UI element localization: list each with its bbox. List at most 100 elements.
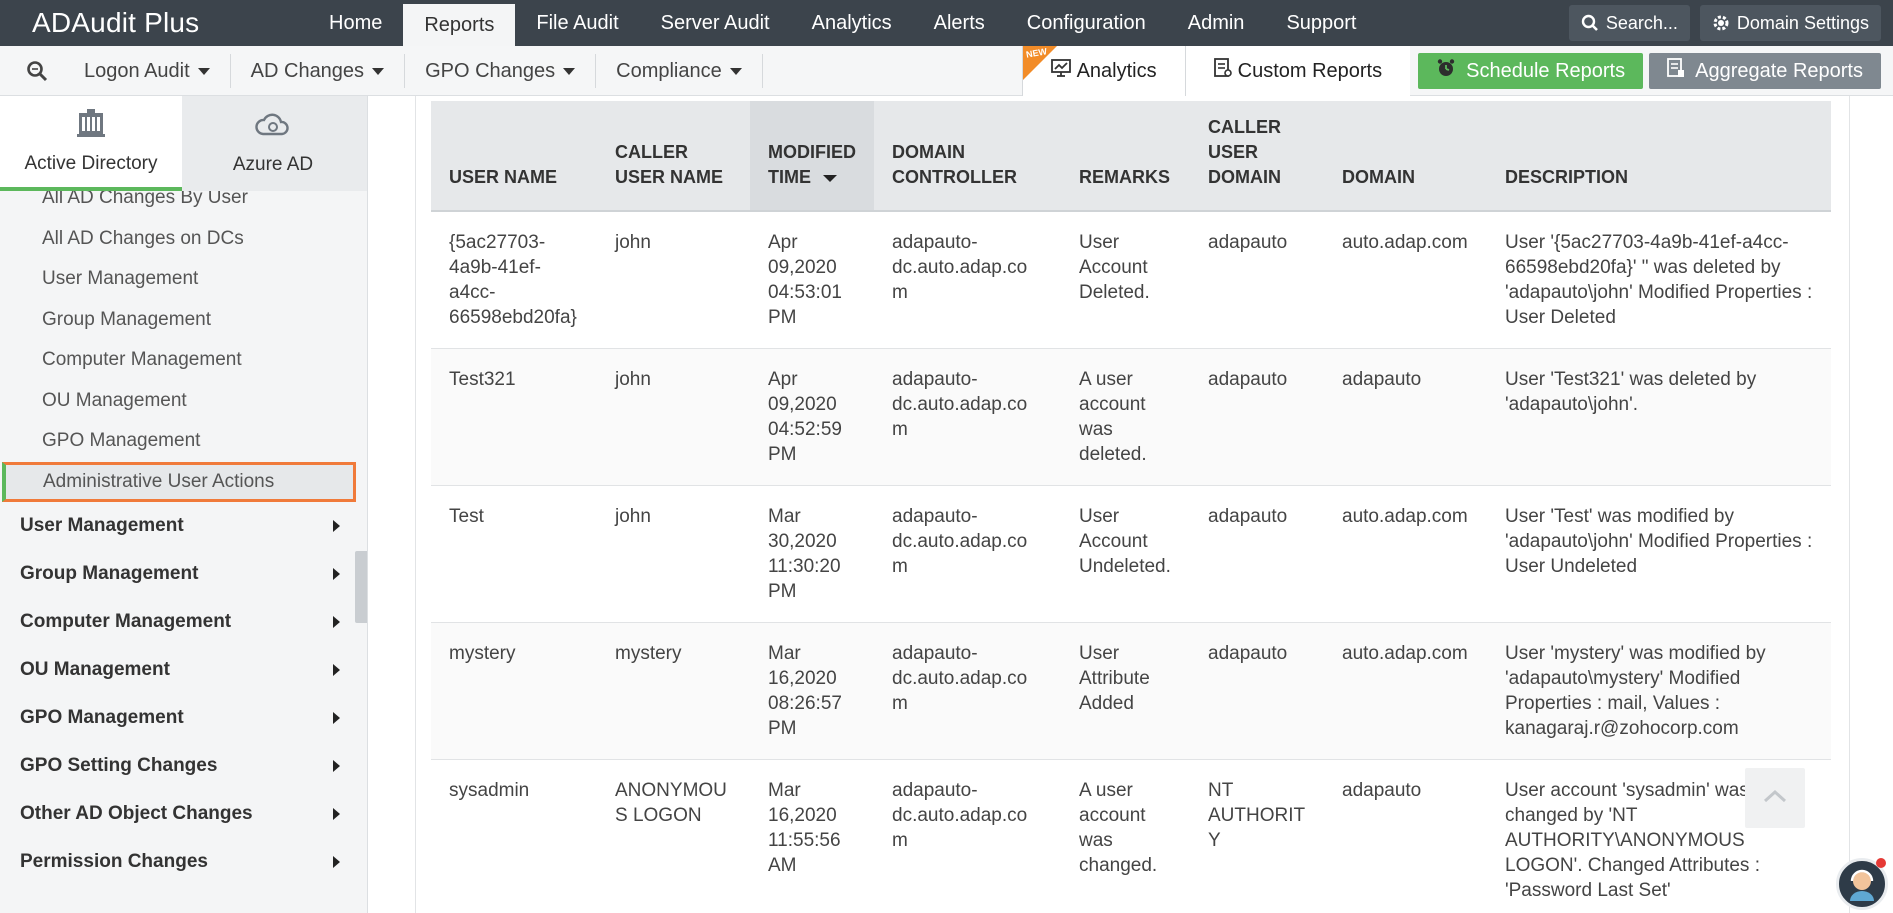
sidebar-item-group-management[interactable]: Group Management	[0, 300, 367, 341]
nav-server-audit[interactable]: Server Audit	[640, 0, 791, 46]
nav-support[interactable]: Support	[1265, 0, 1377, 46]
tab-azure-ad[interactable]: Azure AD	[182, 96, 364, 191]
group-gpo-setting-changes[interactable]: GPO Setting Changes	[0, 742, 367, 790]
subnav-logon-audit[interactable]: Logon Audit	[64, 54, 231, 88]
group-computer-management[interactable]: Computer Management	[0, 598, 367, 646]
group-group-management[interactable]: Group Management	[0, 550, 367, 598]
sidebar-item-ou-management[interactable]: OU Management	[0, 381, 367, 422]
cell-remarks: User Account Undeleted.	[1061, 485, 1190, 623]
cell-user-name: sysadmin	[431, 759, 597, 913]
analytics-tab[interactable]: NEW Analytics	[1021, 46, 1185, 96]
cell-domain-controller: adapauto-dc.auto.adap.com	[874, 622, 1061, 760]
subnav-compliance[interactable]: Compliance	[596, 54, 763, 88]
chevron-down-icon	[372, 67, 385, 75]
nav-reports[interactable]: Reports	[403, 4, 516, 46]
subnav-label: Compliance	[616, 59, 722, 82]
tab-label: Active Directory	[24, 152, 158, 174]
cell-modified-time: Apr 09,2020 04:52:59 PM	[750, 348, 874, 486]
group-user-management[interactable]: User Management	[0, 502, 367, 550]
domain-settings-label: Domain Settings	[1736, 12, 1869, 33]
cell-caller-user-domain: adapauto	[1190, 211, 1324, 349]
group-other-ad-object-changes[interactable]: Other AD Object Changes	[0, 790, 367, 838]
nav-home[interactable]: Home	[308, 0, 403, 46]
sidebar-item-user-management[interactable]: User Management	[0, 259, 367, 300]
aggregate-reports-label: Aggregate Reports	[1695, 59, 1863, 82]
subnav-ad-changes[interactable]: AD Changes	[231, 54, 406, 88]
sidebar-item-gpo-management[interactable]: GPO Management	[0, 421, 367, 462]
group-label: GPO Management	[20, 707, 184, 728]
column-label: MODIFIED TIME	[768, 142, 856, 187]
cell-user-name: Test	[431, 485, 597, 623]
table-row[interactable]: mystery mystery Mar 16,2020 08:26:57 PM …	[431, 622, 1831, 760]
subnav-label: GPO Changes	[425, 59, 556, 82]
cell-caller-user-name: mystery	[597, 622, 750, 760]
cell-description: User 'mystery' was modified by 'adapauto…	[1487, 622, 1831, 760]
column-header-domain[interactable]: DOMAIN	[1324, 101, 1487, 212]
search-label: Search...	[1605, 12, 1678, 33]
column-label: REMARKS	[1079, 167, 1171, 187]
nav-analytics[interactable]: Analytics	[791, 0, 913, 46]
report-table: USER NAME CALLER USER NAME MODIFIED TIME…	[431, 101, 1831, 913]
sidebar-item-all-ad-changes-on-dcs[interactable]: All AD Changes on DCs	[0, 219, 367, 260]
chevron-up-icon	[1763, 787, 1787, 809]
tab-active-directory[interactable]: Active Directory	[0, 96, 182, 191]
report-search-icon[interactable]	[26, 60, 48, 88]
column-header-remarks[interactable]: REMARKS	[1061, 101, 1190, 212]
group-permission-changes[interactable]: Permission Changes	[0, 838, 367, 886]
building-icon	[75, 108, 107, 143]
directory-tabs: Active Directory Azure AD	[0, 96, 367, 191]
top-right-tools: Search... Domain Settings	[1568, 0, 1893, 46]
table-row[interactable]: {5ac27703-4a9b-41ef-a4cc-66598ebd20fa} j…	[431, 211, 1831, 349]
table-row[interactable]: sysadmin ANONYMOUS LOGON Mar 16,2020 11:…	[431, 759, 1831, 913]
group-gpo-management[interactable]: GPO Management	[0, 694, 367, 742]
search-button[interactable]: Search...	[1568, 5, 1690, 41]
report-groups: User Management Group Management Compute…	[0, 502, 367, 886]
scroll-to-top-button[interactable]	[1745, 768, 1805, 828]
column-label: DESCRIPTION	[1505, 167, 1629, 187]
custom-reports-tab[interactable]: Custom Reports	[1184, 46, 1411, 96]
cell-modified-time: Apr 09,2020 04:53:01 PM	[750, 211, 874, 349]
schedule-reports-button[interactable]: Schedule Reports	[1418, 53, 1644, 89]
sidebar-item-administrative-user-actions[interactable]: Administrative User Actions	[2, 461, 356, 502]
vertical-scrollbar[interactable]	[1849, 96, 1893, 913]
column-header-caller-user-domain[interactable]: CALLER USER DOMAIN	[1190, 101, 1324, 212]
nav-alerts[interactable]: Alerts	[913, 0, 1006, 46]
cell-domain-controller: adapauto-dc.auto.adap.com	[874, 348, 1061, 486]
cell-domain: auto.adap.com	[1324, 622, 1487, 760]
aggregate-reports-button[interactable]: Aggregate Reports	[1649, 53, 1881, 89]
sub-nav-bar: Logon Audit AD Changes GPO Changes Compl…	[0, 46, 1893, 96]
group-ou-management[interactable]: OU Management	[0, 646, 367, 694]
cell-domain: auto.adap.com	[1324, 211, 1487, 349]
table-row[interactable]: Test john Mar 30,2020 11:30:20 PM adapau…	[431, 485, 1831, 623]
column-header-user-name[interactable]: USER NAME	[431, 101, 597, 212]
nav-file-audit[interactable]: File Audit	[515, 0, 639, 46]
sidebar-collapse-handle[interactable]	[355, 551, 367, 623]
column-header-modified-time[interactable]: MODIFIED TIME	[750, 101, 874, 212]
column-label: CALLER USER NAME	[615, 142, 724, 187]
nav-admin[interactable]: Admin	[1167, 0, 1266, 46]
domain-settings-button[interactable]: Domain Settings	[1699, 5, 1881, 41]
table-row[interactable]: Test321 john Apr 09,2020 04:52:59 PM ada…	[431, 348, 1831, 486]
cell-modified-time: Mar 30,2020 11:30:20 PM	[750, 485, 874, 623]
report-content: USER NAME CALLER USER NAME MODIFIED TIME…	[369, 96, 1893, 913]
schedule-reports-label: Schedule Reports	[1466, 59, 1626, 82]
column-header-caller-user-name[interactable]: CALLER USER NAME	[597, 101, 750, 212]
chevron-right-icon	[333, 616, 340, 628]
chevron-right-icon	[333, 808, 340, 820]
content-divider	[415, 96, 416, 913]
subnav-gpo-changes[interactable]: GPO Changes	[405, 54, 597, 88]
group-label: Computer Management	[20, 611, 232, 632]
table-header-row: USER NAME CALLER USER NAME MODIFIED TIME…	[431, 101, 1831, 212]
cell-description: User 'Test' was modified by 'adapauto\jo…	[1487, 485, 1831, 623]
column-header-description[interactable]: DESCRIPTION	[1487, 101, 1831, 212]
cell-caller-user-name: ANONYMOUS LOGON	[597, 759, 750, 913]
chevron-right-icon	[333, 712, 340, 724]
nav-configuration[interactable]: Configuration	[1006, 0, 1167, 46]
app-logo[interactable]: ADAudit Plus	[0, 0, 300, 46]
column-label: USER NAME	[449, 167, 558, 187]
cell-remarks: A user account was changed.	[1061, 759, 1190, 913]
column-label: CALLER USER DOMAIN	[1208, 117, 1281, 187]
chevron-right-icon	[333, 520, 340, 532]
column-header-domain-controller[interactable]: DOMAIN CONTROLLER	[874, 101, 1061, 212]
sidebar-item-computer-management[interactable]: Computer Management	[0, 340, 367, 381]
